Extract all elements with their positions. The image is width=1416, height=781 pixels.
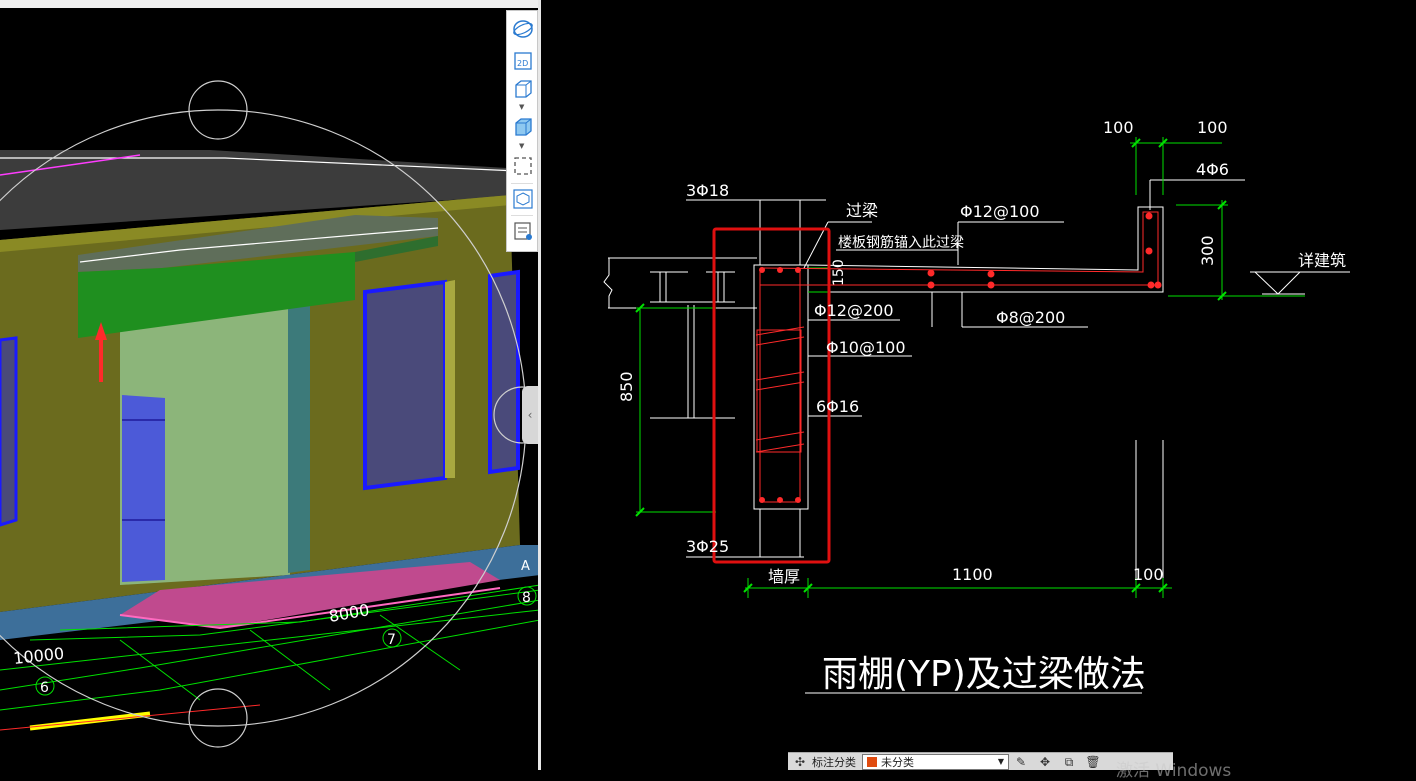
window-reveal bbox=[445, 280, 455, 478]
properties-icon[interactable] bbox=[511, 219, 535, 243]
dim-height-850: 850 bbox=[617, 371, 636, 402]
dim-10000: 10000 bbox=[12, 644, 65, 668]
door-jamb bbox=[288, 306, 310, 573]
label-slab-anchor: 楼板钢筋锚入此过梁 bbox=[838, 234, 964, 251]
cad-drawing-view[interactable]: 3Φ18 过梁 楼板钢筋锚入此过梁 Φ12@100 Φ12@200 Φ10@10… bbox=[541, 0, 1416, 770]
lintel-outline bbox=[603, 179, 1350, 694]
label-slab-top-rebar: Φ12@100 bbox=[960, 202, 1040, 221]
dim-thickness-150: 150 bbox=[831, 259, 847, 286]
window-center bbox=[363, 279, 447, 491]
rebar-lines bbox=[755, 211, 1159, 503]
axis-label-A: A bbox=[521, 559, 530, 574]
label-dist-rebar: Φ8@200 bbox=[996, 308, 1065, 327]
category-value: 未分类 bbox=[881, 755, 914, 769]
dim-top-left-100: 100 bbox=[1103, 118, 1134, 137]
dim-height-300: 300 bbox=[1198, 235, 1217, 266]
view-2d-label: 2D bbox=[517, 59, 528, 68]
label-see-arch: 详建筑 bbox=[1298, 251, 1346, 270]
3d-scene[interactable]: 10000 8000 6 7 8 A bbox=[0, 0, 540, 770]
view-toolbar: 2D ▼ ▼ bbox=[506, 10, 538, 252]
dim-span-1100: 1100 bbox=[952, 565, 993, 584]
label-lintel: 过梁 bbox=[846, 201, 878, 220]
toolbar-separator bbox=[511, 215, 533, 216]
iso-view-icon[interactable] bbox=[511, 187, 535, 211]
delete-icon[interactable]: 🗑 bbox=[1085, 755, 1101, 769]
orbit-icon[interactable] bbox=[511, 17, 535, 41]
3d-viewport[interactable]: 10000 8000 6 7 8 A 2D ▼ ▼ ‹ bbox=[0, 0, 540, 770]
rebar-dots bbox=[759, 212, 1162, 503]
orbit-bottom-handle[interactable] bbox=[188, 688, 248, 748]
axis-label-8: 8 bbox=[522, 590, 531, 606]
cad-drawing[interactable]: 3Φ18 过梁 楼板钢筋锚入此过梁 Φ12@100 Φ12@200 Φ10@10… bbox=[541, 0, 1416, 770]
label-edge-rebar: 4Φ6 bbox=[1196, 160, 1229, 179]
dim-end-100: 100 bbox=[1133, 565, 1164, 584]
label-bottom-rebar: 3Φ25 bbox=[686, 537, 729, 556]
label-wall-thickness: 墙厚 bbox=[768, 567, 800, 586]
dim-top-right-100: 100 bbox=[1197, 118, 1228, 137]
axis-label-6: 6 bbox=[40, 680, 49, 696]
view-solid-box-icon[interactable] bbox=[511, 115, 535, 139]
label-top-rebar: 3Φ18 bbox=[686, 181, 729, 200]
label-stirrup-12: Φ12@200 bbox=[814, 301, 894, 320]
label-side-rebar: 6Φ16 bbox=[816, 397, 859, 416]
category-color-swatch bbox=[867, 756, 877, 767]
view-2d-icon[interactable]: 2D bbox=[511, 49, 535, 73]
lintel-highlight-box bbox=[712, 227, 831, 564]
category-label: 标注分类 bbox=[812, 755, 856, 769]
door-glass bbox=[122, 395, 165, 582]
window-left bbox=[0, 336, 18, 527]
region-select-icon[interactable] bbox=[511, 154, 535, 178]
label-stirrup-10: Φ10@100 bbox=[826, 338, 906, 357]
axis-label-7: 7 bbox=[387, 632, 396, 648]
toolbar-separator bbox=[511, 183, 533, 184]
category-select[interactable]: 未分类 ▼ bbox=[862, 753, 1009, 770]
drawing-annotations: 3Φ18 过梁 楼板钢筋锚入此过梁 Φ12@100 Φ12@200 Φ10@10… bbox=[617, 118, 1346, 695]
view-3d-box-icon[interactable] bbox=[511, 77, 535, 101]
drawing-title: 雨棚(YP)及过梁做法 bbox=[822, 654, 1146, 695]
annotation-category-icon[interactable]: ✣ bbox=[792, 755, 808, 769]
dropdown-caret-icon[interactable]: ▼ bbox=[519, 103, 524, 111]
move-icon[interactable]: ✥ bbox=[1037, 755, 1053, 769]
copy-icon[interactable]: ⧉ bbox=[1061, 755, 1077, 769]
edit-icon[interactable]: ✎ bbox=[1013, 755, 1029, 769]
panel-collapse-handle[interactable]: ‹ bbox=[522, 386, 538, 444]
dropdown-caret-icon[interactable]: ▼ bbox=[519, 142, 524, 150]
chevron-down-icon: ▼ bbox=[997, 757, 1004, 766]
windows-activation-watermark: 激活 Windows bbox=[1116, 761, 1232, 781]
